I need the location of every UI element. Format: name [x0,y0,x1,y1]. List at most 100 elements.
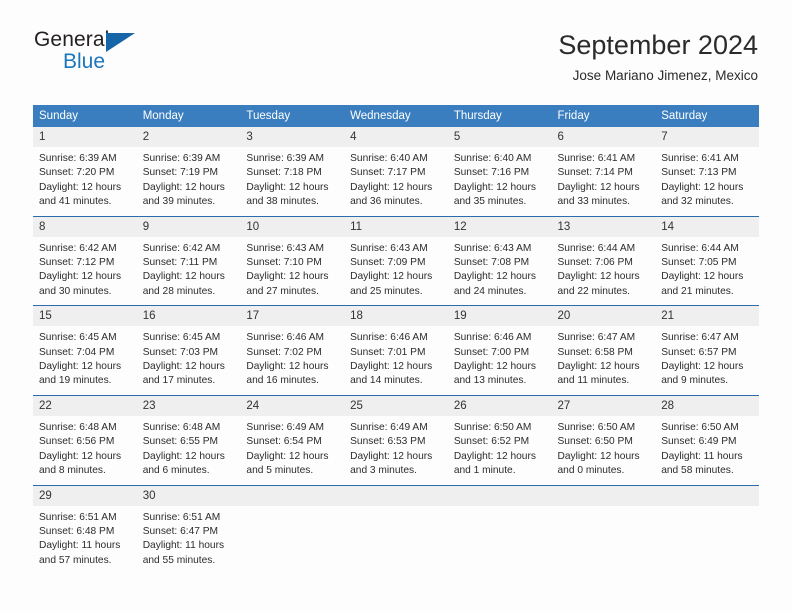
calendar-day-cell[interactable]: 23 Sunrise: 6:48 AM Sunset: 6:55 PM Dayligh… [136,394,241,485]
calendar-day-cell[interactable]: 17 Sunrise: 6:46 AM Sunset: 7:02 PM Dayligh… [240,305,345,396]
day-number: 26 [447,395,552,416]
day-number: 12 [447,216,552,237]
day-sunset-text: Sunset: 6:52 PM [453,436,530,448]
day-number [655,485,759,506]
day-sunrise-text: Sunrise: 6:46 AM [453,332,532,344]
logo-text-general: General [34,28,110,51]
calendar-day-cell[interactable]: 18 Sunrise: 6:46 AM Sunset: 7:01 PM Dayligh… [344,305,448,396]
calendar-day-cell[interactable]: 15 Sunrise: 6:45 AM Sunset: 7:04 PM Dayligh… [33,305,137,396]
day-daylight2-text: and 33 minutes. [557,196,631,208]
day-daylight2-text: and 32 minutes. [661,196,734,208]
day-daylight2-text: and 55 minutes. [142,554,216,566]
calendar-day-cell[interactable]: 30 Sunrise: 6:51 AM Sunset: 6:47 PM Dayligh… [136,484,241,575]
day-sunset-text: Sunset: 7:10 PM [246,257,322,269]
calendar-day-cell[interactable]: 2 Sunrise: 6:39 AM Sunset: 7:19 PM Daylight… [136,127,241,216]
day-details: Sunrise: 6:43 AM Sunset: 7:08 PM Daylight:… [448,237,552,306]
calendar-day-cell[interactable]: 6 Sunrise: 6:41 AM Sunset: 7:14 PM Daylight… [551,127,656,216]
calendar-day-cell[interactable]: 25 Sunrise: 6:49 AM Sunset: 6:53 PM Dayligh… [344,394,448,485]
day-number [551,485,656,506]
day-sunrise-text: Sunrise: 6:48 AM [142,421,221,433]
day-details: Sunrise: 6:39 AM Sunset: 7:19 PM Daylight:… [137,147,241,216]
day-daylight1-text: Daylight: 12 hours [453,181,536,193]
page-subtitle: Jose Mariano Jimenez, Mexico [572,68,758,84]
day-daylight1-text: Daylight: 12 hours [246,450,329,462]
weekday-header-thursday: Thursday [447,105,552,127]
day-number [344,485,448,506]
calendar-day-cell[interactable]: 22 Sunrise: 6:48 AM Sunset: 6:56 PM Dayligh… [33,394,137,485]
calendar-day-cell[interactable]: 21 Sunrise: 6:47 AM Sunset: 6:57 PM Dayligh… [655,305,759,396]
day-details: Sunrise: 6:42 AM Sunset: 7:12 PM Daylight:… [33,237,137,306]
calendar-week-row: 29 Sunrise: 6:51 AM Sunset: 6:48 PM Dayligh… [33,484,759,575]
calendar-day-cell[interactable]: 14 Sunrise: 6:44 AM Sunset: 7:05 PM Dayligh… [655,215,759,306]
day-daylight1-text: Daylight: 12 hours [246,361,329,373]
calendar-day-cell[interactable]: 11 Sunrise: 6:43 AM Sunset: 7:09 PM Dayligh… [344,215,448,306]
day-sunset-text: Sunset: 6:50 PM [557,436,633,448]
day-details [552,506,656,564]
day-details: Sunrise: 6:44 AM Sunset: 7:05 PM Daylight:… [655,237,759,306]
day-number [240,485,345,506]
day-daylight1-text: Daylight: 12 hours [39,271,122,283]
calendar-day-cell[interactable]: 28 Sunrise: 6:50 AM Sunset: 6:49 PM Dayligh… [655,394,759,485]
day-details: Sunrise: 6:41 AM Sunset: 7:14 PM Daylight:… [552,147,656,216]
day-sunrise-text: Sunrise: 6:43 AM [350,242,428,254]
day-daylight1-text: Daylight: 12 hours [39,181,122,193]
day-details: Sunrise: 6:46 AM Sunset: 7:01 PM Daylight:… [344,326,448,395]
calendar-day-cell[interactable]: 9 Sunrise: 6:42 AM Sunset: 7:11 PM Daylight… [136,215,241,306]
calendar-day-cell[interactable]: 3 Sunrise: 6:39 AM Sunset: 7:18 PM Daylight… [240,127,345,216]
day-sunrise-text: Sunrise: 6:51 AM [142,511,221,523]
day-daylight1-text: Daylight: 12 hours [661,181,744,193]
day-daylight2-text: and 5 minutes. [246,465,314,477]
day-daylight2-text: and 30 minutes. [39,285,112,297]
day-number: 27 [551,395,656,416]
day-details: Sunrise: 6:47 AM Sunset: 6:58 PM Daylight:… [552,326,656,395]
day-sunset-text: Sunset: 7:08 PM [453,257,530,269]
day-daylight1-text: Daylight: 12 hours [350,361,433,373]
calendar-day-cell[interactable]: 16 Sunrise: 6:45 AM Sunset: 7:03 PM Dayligh… [136,305,241,396]
day-daylight2-text: and 24 minutes. [453,285,527,297]
day-sunrise-text: Sunrise: 6:39 AM [246,153,324,164]
day-details: Sunrise: 6:40 AM Sunset: 7:17 PM Daylight:… [344,147,448,216]
day-daylight2-text: and 25 minutes. [350,285,423,297]
calendar-day-cell[interactable]: 29 Sunrise: 6:51 AM Sunset: 6:48 PM Dayligh… [33,484,137,575]
day-sunset-text: Sunset: 6:54 PM [246,436,322,448]
calendar-day-cell[interactable]: 27 Sunrise: 6:50 AM Sunset: 6:50 PM Dayligh… [551,394,656,485]
calendar-day-cell[interactable]: 24 Sunrise: 6:49 AM Sunset: 6:54 PM Dayligh… [240,394,345,485]
day-daylight2-text: and 8 minutes. [39,465,106,477]
day-sunrise-text: Sunrise: 6:48 AM [39,421,117,433]
calendar-day-cell[interactable]: 12 Sunrise: 6:43 AM Sunset: 7:08 PM Dayligh… [447,215,552,306]
calendar-day-cell[interactable]: 13 Sunrise: 6:44 AM Sunset: 7:06 PM Dayligh… [551,215,656,306]
day-sunset-text: Sunset: 7:12 PM [39,257,115,269]
calendar-day-cell[interactable]: 8 Sunrise: 6:42 AM Sunset: 7:12 PM Daylight… [33,215,137,306]
day-daylight2-text: and 14 minutes. [350,375,423,387]
calendar-day-cell[interactable]: 5 Sunrise: 6:40 AM Sunset: 7:16 PM Daylight… [447,127,552,216]
day-details: Sunrise: 6:49 AM Sunset: 6:54 PM Daylight:… [240,416,344,485]
day-details: Sunrise: 6:45 AM Sunset: 7:04 PM Daylight:… [33,326,137,395]
day-details: Sunrise: 6:51 AM Sunset: 6:47 PM Daylight:… [137,506,241,575]
day-number: 2 [136,127,241,147]
calendar-day-cell[interactable]: 10 Sunrise: 6:43 AM Sunset: 7:10 PM Dayligh… [240,215,345,306]
calendar-day-cell[interactable]: 1 Sunrise: 6:39 AM Sunset: 7:20 PM Daylight… [33,127,137,216]
calendar-day-cell-empty [551,484,656,575]
calendar-day-cell-empty [447,484,552,575]
day-daylight2-text: and 22 minutes. [557,285,631,297]
day-sunset-text: Sunset: 7:00 PM [453,346,530,358]
day-details: Sunrise: 6:50 AM Sunset: 6:49 PM Daylight:… [655,416,759,485]
day-number: 7 [655,127,759,147]
day-sunset-text: Sunset: 6:58 PM [557,346,633,358]
calendar-day-cell[interactable]: 4 Sunrise: 6:40 AM Sunset: 7:17 PM Daylight… [344,127,448,216]
logo-triangle-icon [106,33,135,52]
day-daylight2-text: and 21 minutes. [661,285,734,297]
day-daylight2-text: and 35 minutes. [453,196,527,208]
day-daylight1-text: Daylight: 12 hours [661,271,744,283]
day-number: 30 [136,485,241,506]
calendar-day-cell[interactable]: 20 Sunrise: 6:47 AM Sunset: 6:58 PM Dayligh… [551,305,656,396]
day-daylight1-text: Daylight: 11 hours [661,450,743,462]
day-daylight1-text: Daylight: 12 hours [557,361,640,373]
day-details: Sunrise: 6:50 AM Sunset: 6:52 PM Daylight:… [448,416,552,485]
calendar-day-cell[interactable]: 19 Sunrise: 6:46 AM Sunset: 7:00 PM Dayligh… [447,305,552,396]
calendar-day-cell[interactable]: 26 Sunrise: 6:50 AM Sunset: 6:52 PM Dayligh… [447,394,552,485]
day-sunrise-text: Sunrise: 6:41 AM [661,153,739,164]
day-number: 28 [655,395,759,416]
calendar-day-cell[interactable]: 7 Sunrise: 6:41 AM Sunset: 7:13 PM Daylight… [655,127,759,216]
day-daylight1-text: Daylight: 12 hours [453,361,536,373]
